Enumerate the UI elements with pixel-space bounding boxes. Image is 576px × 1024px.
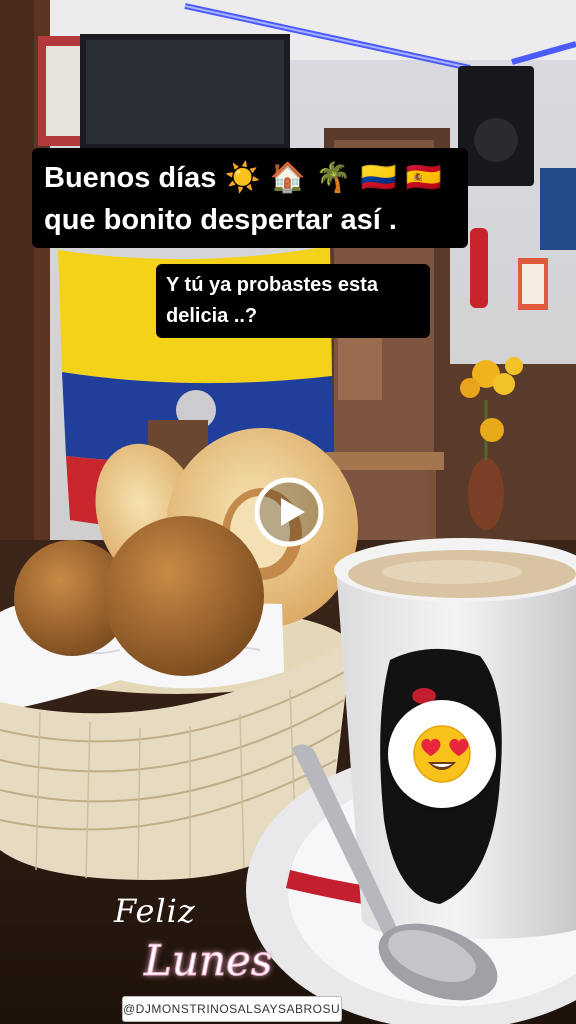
caption-emoji-row: ☀️ 🏠 🌴 🇨🇴 🇪🇸 bbox=[224, 160, 442, 194]
sticker-word-feliz: Feliz bbox=[114, 892, 196, 930]
heart-eyes-emoji-icon bbox=[413, 725, 471, 783]
caption-question-line-2: delicia ..? bbox=[166, 305, 258, 327]
play-button[interactable] bbox=[253, 476, 325, 548]
story-caption-main: Buenos días ☀️ 🏠 🌴 🇨🇴 🇪🇸 que bonito desp… bbox=[32, 148, 468, 248]
sticker-word-lunes: Lunes bbox=[143, 936, 273, 986]
caption-main-line-2: que bonito despertar así . bbox=[44, 204, 397, 236]
caption-greeting-text: Buenos días bbox=[44, 162, 217, 194]
story-caption-question: Y tú ya probastes esta delicia ..? bbox=[156, 264, 430, 338]
feliz-lunes-sticker[interactable]: Feliz Lunes bbox=[104, 886, 304, 996]
caption-main-line-1: Buenos días ☀️ 🏠 🌴 🇨🇴 🇪🇸 bbox=[44, 156, 468, 199]
play-icon bbox=[254, 477, 324, 547]
mention-tag[interactable]: @DJMONSTRINOSALSAYSABROSURA bbox=[122, 996, 342, 1022]
caption-question-line-1: Y tú ya probastes esta bbox=[166, 274, 378, 296]
story-frame: Buenos días ☀️ 🏠 🌴 🇨🇴 🇪🇸 que bonito desp… bbox=[0, 0, 576, 1024]
emoji-reaction-sticker[interactable]: 😍 bbox=[388, 700, 496, 808]
